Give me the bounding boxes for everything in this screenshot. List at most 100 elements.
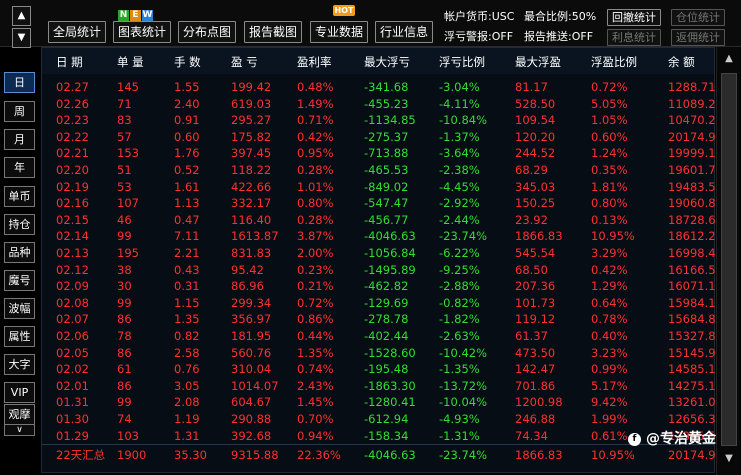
position-stats-button[interactable]: 仓位统计 [671, 9, 725, 26]
table-cell: -195.48 [364, 362, 409, 377]
table-cell: 02.08 [56, 295, 89, 310]
table-cell: -3.04% [439, 80, 480, 94]
scroll-down-arrow-icon[interactable]: ▼ [12, 28, 31, 48]
side-button-2[interactable]: 月 [4, 129, 35, 150]
table-cell: -1495.89 [364, 262, 416, 277]
table-cell: 0.31 [174, 279, 200, 294]
table-cell: 16998.40 [668, 246, 723, 260]
table-cell: 78 [117, 329, 132, 343]
side-button-12[interactable]: 观摩 [4, 404, 35, 425]
scrollbar-up-icon[interactable]: ▲ [719, 49, 739, 69]
side-more-chevron-icon[interactable]: ∨ [4, 424, 35, 436]
table-row[interactable]: 02.15 46 0.47 116.40 0.28% -456.77 -2.44% 23.92… [42, 212, 723, 228]
table-cell: -1.31% [439, 428, 480, 443]
side-button-9[interactable]: 属性 [4, 326, 35, 347]
table-row[interactable]: 02.16 107 1.13 332.17 0.80% -547.47 -2.92% 150.… [42, 195, 723, 211]
table-row[interactable]: 02.14 99 7.11 1613.87 3.87% -4046.63 -23.74% 18… [42, 228, 723, 244]
table-cell: -612.94 [364, 412, 409, 426]
side-button-10[interactable]: 大字 [4, 354, 35, 375]
table-row[interactable]: 02.12 38 0.43 95.42 0.23% -1495.89 -9.25% 68.50… [42, 262, 723, 278]
scroll-up-arrow-icon[interactable]: ▲ [12, 6, 31, 26]
table-cell: 1.55 [174, 80, 200, 94]
table-row[interactable]: 02.07 86 1.35 356.97 0.86% -278.78 -1.82% 119.1… [42, 311, 723, 327]
column-header-4[interactable]: 盈利率 [297, 54, 332, 70]
column-header-2[interactable]: 手 数 [174, 54, 201, 70]
table-cell: 619.03 [231, 96, 272, 111]
column-header-0[interactable]: 日 期 [56, 54, 83, 70]
table-cell: 604.67 [231, 395, 272, 410]
table-row[interactable]: 01.30 74 1.19 290.88 0.70% -612.94 -4.93% 246.8… [42, 411, 723, 427]
vertical-scrollbar[interactable]: ▲ ▼ [716, 47, 740, 475]
table-row[interactable]: 02.06 78 0.82 181.95 0.44% -402.44 -2.63% 61.37… [42, 328, 723, 344]
report-screenshot-button[interactable]: 报告截图 [244, 21, 302, 43]
table-cell: 02.06 [56, 329, 89, 343]
side-button-11[interactable]: VIP [4, 382, 35, 403]
table-cell: 0.21% [297, 279, 334, 294]
table-row[interactable]: 02.02 61 0.76 310.04 0.74% -195.48 -1.35% 142.4… [42, 361, 723, 377]
side-button-8[interactable]: 波幅 [4, 298, 35, 319]
chart-stats-button[interactable]: 图表统计 [113, 21, 171, 43]
column-header-3[interactable]: 盈 亏 [231, 54, 258, 70]
table-cell: 0.71% [297, 113, 334, 128]
table-cell: 101.73 [515, 295, 556, 310]
table-cell: -23.74% [439, 229, 487, 244]
table-row[interactable]: 02.05 86 2.58 560.76 1.35% -1528.60 -10.42% 473… [42, 345, 723, 361]
side-button-0[interactable]: 日 [4, 72, 35, 93]
toolbar: N E W HOT 全局统计 图表统计 分布点图 报告截图 专业数据 行业信息 … [0, 0, 741, 47]
table-cell: 02.09 [56, 279, 89, 294]
table-row[interactable]: 02.08 99 1.15 299.34 0.72% -129.69 -0.82% 101.7… [42, 295, 723, 311]
table-cell: 1613.87 [231, 229, 279, 244]
table-cell: 0.78% [591, 312, 628, 327]
table-cell: -1056.84 [364, 246, 416, 260]
pro-data-button[interactable]: 专业数据 [310, 21, 368, 43]
table-cell: -402.44 [364, 329, 409, 343]
withdraw-stats-button[interactable]: 回撤统计 [607, 9, 661, 26]
side-button-1[interactable]: 周 [4, 101, 35, 122]
industry-info-button[interactable]: 行业信息 [375, 21, 433, 43]
column-header-5[interactable]: 最大浮亏 [364, 54, 410, 70]
report-push[interactable]: 报告推送:OFF [524, 30, 593, 44]
table-row[interactable]: 02.01 86 3.05 1014.07 2.43% -1863.30 -13.72% 70… [42, 378, 723, 394]
float-loss-alert[interactable]: 浮亏警报:OFF [444, 30, 513, 44]
side-button-5[interactable]: 持仓 [4, 214, 35, 235]
table-cell: 74.34 [515, 428, 548, 443]
table-cell: 1.35% [297, 345, 334, 360]
table-row[interactable]: 02.19 53 1.61 422.66 1.01% -849.02 -4.45% 345.0… [42, 179, 723, 195]
global-stats-button[interactable]: 全局统计 [48, 21, 106, 43]
commission-stats-button[interactable]: 返佣统计 [671, 29, 725, 46]
table-cell: 299.34 [231, 295, 272, 310]
close-ratio: 最合比例:50% [524, 10, 597, 23]
table-row[interactable]: 01.29 103 1.31 392.68 0.94% -158.34 -1.31% 74.3… [42, 428, 723, 444]
column-header-9[interactable]: 余 额 [668, 54, 695, 70]
table-row[interactable]: 02.26 71 2.40 619.03 1.49% -455.23 -4.11% 528.5… [42, 96, 723, 112]
distribution-chart-button[interactable]: 分布点图 [178, 21, 236, 43]
interest-stats-button[interactable]: 利息统计 [607, 29, 661, 46]
table-cell: -13.72% [439, 378, 487, 393]
table-cell: 145 [117, 80, 139, 94]
table-row[interactable]: 02.13 195 2.21 831.83 2.00% -1056.84 -6.22% 545… [42, 245, 723, 261]
scrollbar-down-icon[interactable]: ▼ [719, 449, 739, 469]
column-header-8[interactable]: 浮盈比例 [591, 54, 637, 70]
table-cell: 1.45% [297, 395, 334, 410]
table-cell: 0.52 [174, 163, 200, 177]
column-header-1[interactable]: 单 量 [117, 54, 144, 70]
side-button-4[interactable]: 单币 [4, 186, 35, 207]
side-button-6[interactable]: 品种 [4, 242, 35, 263]
table-cell: 2.21 [174, 246, 200, 260]
table-row[interactable]: 02.22 57 0.60 175.82 0.42% -275.37 -1.37% 120.2… [42, 129, 723, 145]
table-row[interactable]: 01.31 99 2.08 604.67 1.45% -1280.41 -10.04% 120… [42, 394, 723, 410]
summary-cell: 22.36% [297, 448, 341, 462]
table-row[interactable]: 02.09 30 0.31 86.96 0.21% -462.82 -2.88% 207.36… [42, 278, 723, 294]
table-cell: 18612.27 [668, 229, 723, 244]
side-button-7[interactable]: 魔号 [4, 270, 35, 291]
table-row[interactable]: 02.21 153 1.76 397.45 0.95% -713.88 -3.64% 244.… [42, 145, 723, 161]
column-header-6[interactable]: 浮亏比例 [439, 54, 485, 70]
table-cell: 290.88 [231, 412, 272, 426]
table-row[interactable]: 02.23 83 0.91 295.27 0.71% -1134.85 -10.84% 109… [42, 112, 723, 128]
table-row[interactable]: 02.20 51 0.52 118.22 0.28% -465.53 -2.38% 68.29… [42, 162, 723, 178]
table-cell: 46 [117, 212, 132, 227]
scrollbar-thumb[interactable] [721, 73, 737, 446]
column-header-7[interactable]: 最大浮盈 [515, 54, 561, 70]
side-button-3[interactable]: 年 [4, 157, 35, 178]
table-row[interactable]: 02.27 145 1.55 199.42 0.48% -341.68 -3.04% 81.1… [42, 79, 716, 95]
